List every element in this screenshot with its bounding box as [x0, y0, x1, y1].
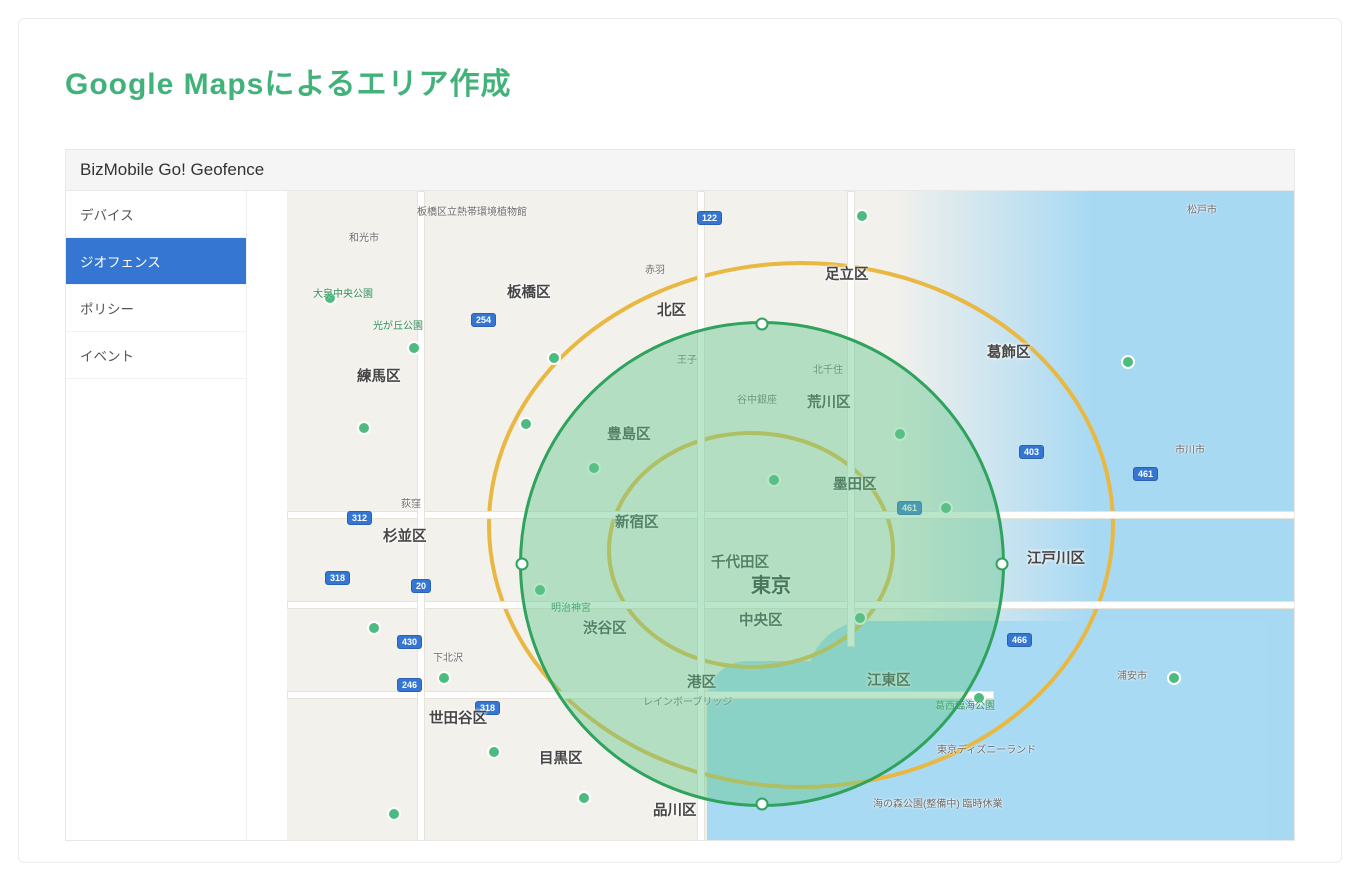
ward-label: 葛飾区	[987, 341, 1031, 362]
park-icon	[1167, 671, 1181, 685]
map-canvas[interactable]: 312 318 20 430 246 318 254 122 461 403 4…	[247, 191, 1294, 840]
poi-label: 下北沢	[433, 649, 463, 664]
route-shield: 430	[397, 635, 422, 649]
poi-label: 東京ディズニーランド	[937, 741, 1036, 756]
poi-label: 光が丘公園	[373, 317, 423, 332]
ward-label: 品川区	[653, 799, 697, 820]
app-frame: BizMobile Go! Geofence デバイス ジオフェンス ポリシー …	[65, 149, 1295, 841]
route-shield: 403	[1019, 445, 1044, 459]
park-icon	[519, 417, 533, 431]
app-header-title: BizMobile Go! Geofence	[80, 160, 264, 179]
ward-label: 足立区	[825, 263, 869, 284]
route-shield: 20	[411, 579, 431, 593]
route-shield: 246	[397, 678, 422, 692]
page-title: Google Mapsによるエリア作成	[65, 59, 1295, 103]
park-icon	[577, 791, 591, 805]
sidebar-item-policy[interactable]: ポリシー	[66, 285, 246, 332]
park-icon	[855, 209, 869, 223]
geofence-handle-w[interactable]	[516, 558, 529, 571]
park-icon	[437, 671, 451, 685]
app-header: BizMobile Go! Geofence	[66, 150, 1294, 191]
poi-label: 荻窪	[401, 495, 421, 510]
route-shield: 254	[471, 313, 496, 327]
geofence-handle-n[interactable]	[756, 318, 769, 331]
ward-label: 北区	[657, 299, 686, 320]
poi-label: 赤羽	[645, 261, 665, 276]
feature-card: Google Mapsによるエリア作成 BizMobile Go! Geofen…	[18, 18, 1342, 863]
sidebar: デバイス ジオフェンス ポリシー イベント	[66, 191, 247, 840]
poi-label: 浦安市	[1117, 667, 1147, 682]
park-icon	[547, 351, 561, 365]
sidebar-item-geofence[interactable]: ジオフェンス	[66, 238, 246, 285]
park-icon	[407, 341, 421, 355]
ward-label: 江戸川区	[1027, 547, 1085, 568]
poi-label: 市川市	[1175, 441, 1205, 456]
ward-label: 板橋区	[507, 281, 551, 302]
route-shield: 312	[347, 511, 372, 525]
park-icon	[387, 807, 401, 821]
ward-label: 杉並区	[383, 525, 427, 546]
park-icon	[1121, 355, 1135, 369]
poi-label: 大泉中央公園	[313, 285, 373, 300]
park-icon	[367, 621, 381, 635]
park-icon	[487, 745, 501, 759]
route-shield: 122	[697, 211, 722, 225]
ward-label: 世田谷区	[429, 707, 487, 728]
route-shield: 461	[1133, 467, 1158, 481]
poi-label: 海の森公園(整備中) 臨時休業	[873, 795, 1002, 810]
poi-label: 板橋区立熱帯環境植物館	[417, 203, 527, 218]
geofence-handle-s[interactable]	[756, 798, 769, 811]
ward-label: 目黒区	[539, 747, 583, 768]
road-vertical-1	[417, 191, 425, 840]
geofence-handle-e[interactable]	[996, 558, 1009, 571]
poi-label: 和光市	[349, 229, 379, 244]
poi-label: 松戸市	[1187, 201, 1217, 216]
sidebar-item-event[interactable]: イベント	[66, 332, 246, 379]
ward-label: 練馬区	[357, 365, 401, 386]
route-shield: 466	[1007, 633, 1032, 647]
sidebar-item-device[interactable]: デバイス	[66, 191, 246, 238]
park-icon	[357, 421, 371, 435]
geofence-circle[interactable]	[519, 321, 1005, 807]
route-shield: 318	[325, 571, 350, 585]
